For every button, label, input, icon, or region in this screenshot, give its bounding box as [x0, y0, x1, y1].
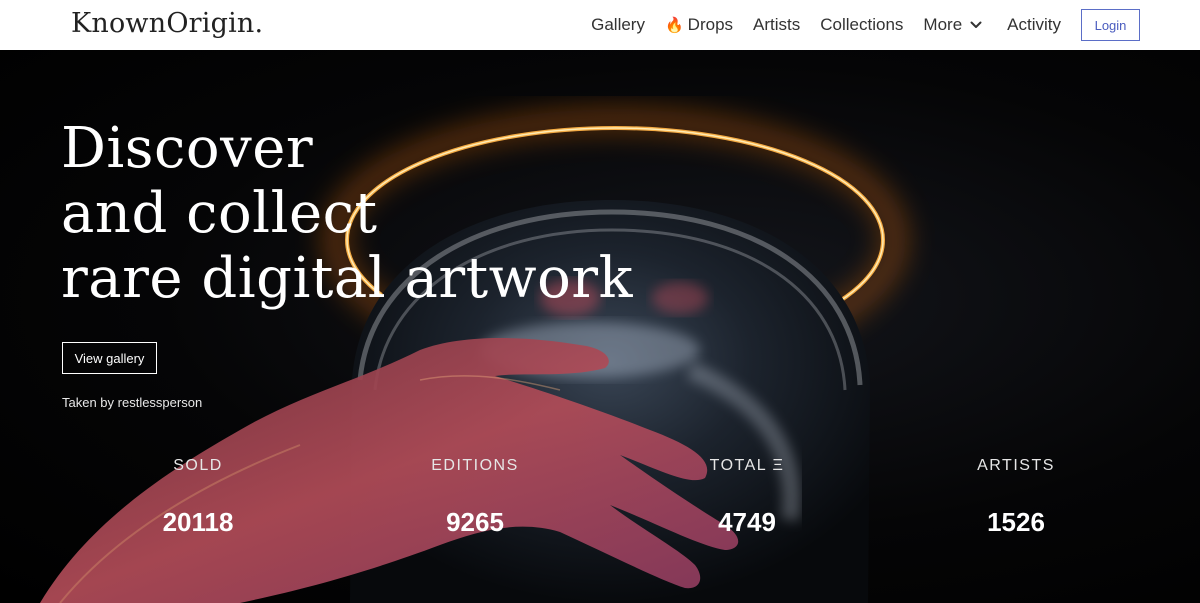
artwork-credit-link[interactable]: Taken by restlessperson: [62, 395, 202, 410]
chevron-down-icon: [970, 21, 982, 28]
stat-label: EDITIONS: [431, 457, 519, 474]
headline-line-3: rare digital artwork: [61, 246, 633, 311]
fire-icon: 🔥: [664, 17, 684, 34]
stat-label: TOTAL Ξ: [709, 457, 785, 474]
main-nav: Gallery 🔥 Drops Artists Collections More…: [571, 0, 1140, 50]
nav-activity[interactable]: Activity: [1007, 15, 1061, 35]
nav-drops[interactable]: 🔥 Drops: [665, 15, 733, 35]
stat-editions: EDITIONS 9265: [375, 457, 575, 538]
nav-more-label: More: [923, 15, 963, 34]
stat-label: SOLD: [173, 457, 223, 474]
stat-label: ARTISTS: [977, 457, 1055, 474]
nav-artists[interactable]: Artists: [753, 15, 800, 35]
view-gallery-button[interactable]: View gallery: [62, 342, 157, 374]
login-button[interactable]: Login: [1081, 9, 1140, 41]
hero-banner: Discover and collect rare digital artwor…: [0, 50, 1200, 603]
nav-collections[interactable]: Collections: [820, 15, 903, 35]
stat-value: 1526: [987, 507, 1045, 537]
headline-line-1: Discover: [61, 116, 314, 181]
stat-total-eth: TOTAL Ξ 4749: [647, 457, 847, 538]
nav-more[interactable]: More: [923, 15, 982, 35]
nav-drops-label: Drops: [687, 15, 734, 34]
site-header: KnownOrigin. Gallery 🔥 Drops Artists Col…: [0, 0, 1200, 50]
hero-headline: Discover and collect rare digital artwor…: [61, 116, 633, 311]
stat-sold: SOLD 20118: [98, 457, 298, 538]
stat-artists: ARTISTS 1526: [916, 457, 1116, 538]
headline-line-2: and collect: [61, 181, 378, 246]
stat-value: 4749: [718, 507, 776, 537]
stat-value: 20118: [162, 507, 234, 537]
stat-value: 9265: [446, 507, 504, 537]
site-logo[interactable]: KnownOrigin.: [71, 8, 263, 39]
nav-gallery[interactable]: Gallery: [591, 15, 645, 35]
